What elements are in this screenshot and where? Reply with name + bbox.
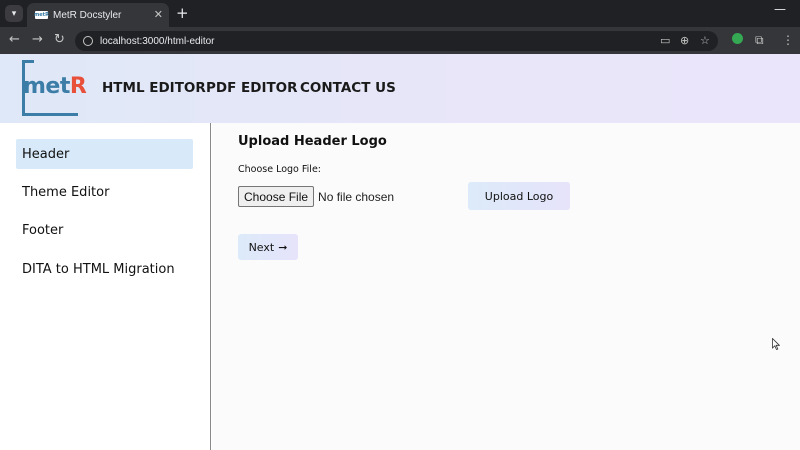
section-title: Upload Header Logo <box>238 134 387 149</box>
sidebar-item-label: DITA to HTML Migration <box>22 261 175 277</box>
app-header: metR HTML EDITOR PDF EDITOR CONTACT US <box>0 54 800 123</box>
nav-contact-us[interactable]: CONTACT US <box>300 80 396 96</box>
logo-text: metR <box>23 74 87 99</box>
logo-r: R <box>69 74 87 99</box>
reload-icon[interactable]: ↻ <box>54 32 65 48</box>
nav-pdf-editor[interactable]: PDF EDITOR <box>206 80 298 96</box>
choose-file-button[interactable]: Choose File <box>238 186 315 207</box>
logo-frame <box>22 113 78 116</box>
logo-met: met <box>23 74 70 99</box>
logo-file-input[interactable]: Choose File No file chosen <box>238 186 394 207</box>
minimize-icon[interactable]: — <box>774 2 786 16</box>
favicon-icon: metR <box>34 11 49 19</box>
tab-title: MetR Docstyler <box>53 9 122 21</box>
next-button-label: Next <box>248 240 275 254</box>
nav-html-editor[interactable]: HTML EDITOR <box>102 80 206 96</box>
site-info-icon[interactable] <box>83 36 93 46</box>
sidebar-item-dita-migration[interactable]: DITA to HTML Migration <box>16 254 193 284</box>
browser-tab[interactable]: metR MetR Docstyler ✕ <box>27 3 169 27</box>
arrow-right-icon[interactable]: → <box>32 32 43 48</box>
zoom-icon[interactable]: ⊕ <box>680 34 689 48</box>
sidebar-item-theme-editor[interactable]: Theme Editor <box>16 177 193 207</box>
logo-frame <box>22 60 34 63</box>
extension-icon[interactable]: ⧉ <box>755 32 764 48</box>
star-icon[interactable]: ☆ <box>700 34 710 48</box>
sidebar-item-header[interactable]: Header <box>16 139 193 169</box>
sidebar-item-label: Header <box>22 146 70 162</box>
browser-tab-strip: ▾ metR MetR Docstyler ✕ + — <box>0 0 800 27</box>
main-content: Upload Header Logo Choose Logo File: Cho… <box>212 123 800 450</box>
sidebar: Header Theme Editor Footer DITA to HTML … <box>0 123 211 450</box>
plus-icon[interactable]: + <box>176 4 189 22</box>
url-text: localhost:3000/html-editor <box>100 35 215 47</box>
close-icon[interactable]: ✕ <box>154 8 163 22</box>
install-app-icon[interactable]: ▭ <box>660 34 670 48</box>
file-field-label: Choose Logo File: <box>238 164 321 175</box>
sidebar-item-footer[interactable]: Footer <box>16 215 193 245</box>
next-button[interactable]: Next ➞ <box>238 234 298 260</box>
sidebar-item-label: Footer <box>22 222 64 238</box>
arrow-left-icon[interactable]: ← <box>9 32 20 48</box>
kebab-menu-icon[interactable]: ⋮ <box>782 32 794 48</box>
metr-logo[interactable]: metR <box>22 60 87 116</box>
mouse-cursor-icon <box>772 338 780 350</box>
profile-icon[interactable] <box>732 33 743 44</box>
address-bar[interactable]: localhost:3000/html-editor ▭ ⊕ ☆ <box>75 31 718 51</box>
chevron-down-icon[interactable]: ▾ <box>5 5 23 22</box>
file-status: No file chosen <box>318 189 395 204</box>
arrow-right-icon: ➞ <box>278 240 288 254</box>
sidebar-item-label: Theme Editor <box>22 184 110 200</box>
browser-toolbar: ← → ↻ localhost:3000/html-editor ▭ ⊕ ☆ ⧉… <box>0 27 800 54</box>
upload-logo-button[interactable]: Upload Logo <box>468 182 570 210</box>
